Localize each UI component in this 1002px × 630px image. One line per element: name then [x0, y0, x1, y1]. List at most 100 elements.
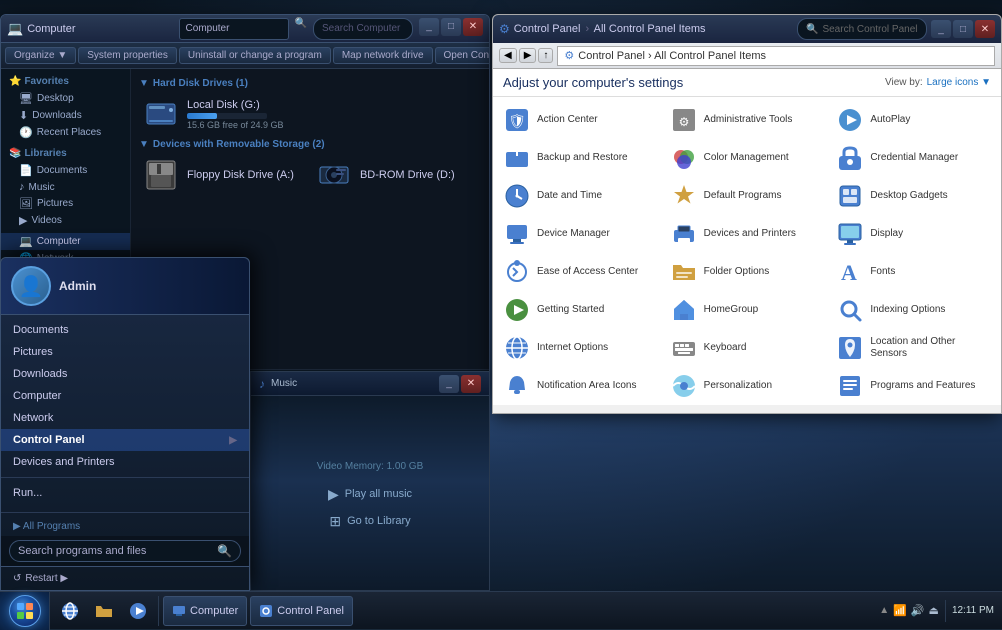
- taskbar-controlpanel-btn[interactable]: Control Panel: [250, 596, 353, 626]
- cp-display[interactable]: Display: [830, 215, 997, 253]
- downloads-icon: ⬇: [19, 109, 28, 122]
- backup-icon: [503, 144, 531, 172]
- cp-indexing[interactable]: Indexing Options: [830, 291, 997, 329]
- cp-autoplay[interactable]: AutoPlay: [830, 101, 997, 139]
- system-props-btn[interactable]: System properties: [78, 47, 177, 64]
- cp-admin-tools[interactable]: ⚙ Administrative Tools: [664, 101, 831, 139]
- cp-back-btn[interactable]: ◀: [499, 48, 517, 63]
- cp-minimize-btn[interactable]: _: [931, 20, 951, 38]
- play-all-btn[interactable]: ▶ Play all music: [328, 486, 412, 503]
- cp-up-btn[interactable]: ↑: [538, 48, 553, 63]
- tray-sound-icon[interactable]: 🔊: [911, 604, 925, 617]
- sm-pictures[interactable]: Pictures: [1, 341, 249, 363]
- media-minimize-btn[interactable]: _: [439, 375, 459, 393]
- taskbar-computer-btn[interactable]: Computer: [163, 596, 247, 626]
- nav-pictures[interactable]: 🖼 Pictures: [1, 195, 130, 212]
- computer-search-placeholder: Search Computer: [322, 23, 400, 34]
- cp-folder-options[interactable]: Folder Options: [664, 253, 831, 291]
- cp-credential-mgr[interactable]: Credential Manager: [830, 139, 997, 177]
- sm-downloads[interactable]: Downloads: [1, 363, 249, 385]
- cp-desktop-gadgets[interactable]: Desktop Gadgets: [830, 177, 997, 215]
- recent-icon: 🕐: [19, 126, 33, 139]
- cp-device-mgr[interactable]: Device Manager: [497, 215, 664, 253]
- computer-close-btn[interactable]: ✕: [463, 18, 483, 36]
- internet-options-icon: [503, 334, 531, 362]
- homegroup-icon: [670, 296, 698, 324]
- computer-minimize-btn[interactable]: _: [419, 18, 439, 36]
- computer-maximize-btn[interactable]: □: [441, 18, 461, 36]
- taskbar-computer-label: Computer: [190, 605, 238, 617]
- cp-close-btn[interactable]: ✕: [975, 20, 995, 38]
- computer-search-label: 🔍: [291, 18, 311, 40]
- sm-computer[interactable]: Computer: [1, 385, 249, 407]
- sm-restart-btn[interactable]: ↺ Restart ▶: [13, 573, 68, 584]
- nav-videos[interactable]: ▶ Videos: [1, 212, 130, 229]
- nav-computer[interactable]: 💻 Computer: [1, 233, 130, 250]
- sm-search-box[interactable]: Search programs and files 🔍: [9, 540, 241, 562]
- cp-internet-options[interactable]: Internet Options: [497, 329, 664, 367]
- taskbar-mediaplayer-icon[interactable]: [122, 596, 154, 626]
- cp-view-mode[interactable]: Large icons ▼: [927, 77, 991, 88]
- cp-programs-features[interactable]: Programs and Features: [830, 367, 997, 405]
- programs-features-label: Programs and Features: [870, 380, 975, 392]
- cp-getting-started[interactable]: Getting Started: [497, 291, 664, 329]
- cp-action-center[interactable]: 🛡 Action Center: [497, 101, 664, 139]
- sm-control-panel-label: Control Panel: [13, 434, 85, 446]
- sm-all-programs[interactable]: ▶ All Programs: [1, 517, 249, 536]
- computer-nav-icon: 💻: [19, 235, 33, 248]
- clock-time: 12:11 PM: [952, 604, 994, 617]
- tray-expand-btn[interactable]: ▲: [879, 605, 889, 616]
- cp-forward-btn[interactable]: ▶: [519, 48, 537, 63]
- cp-date-time[interactable]: Date and Time: [497, 177, 664, 215]
- sm-run[interactable]: Run...: [1, 482, 249, 504]
- sm-network[interactable]: Network: [1, 407, 249, 429]
- play-all-icon: ▶: [328, 486, 339, 503]
- taskbar-ie-icon[interactable]: [54, 596, 86, 626]
- cp-default-programs[interactable]: Default Programs: [664, 177, 831, 215]
- organize-btn[interactable]: Organize ▼: [5, 47, 76, 64]
- cp-address-bar[interactable]: ⚙ Control Panel › All Control Panel Item…: [557, 46, 995, 66]
- taskbar-cp-icon: [259, 604, 273, 618]
- open-cp-btn[interactable]: Open Control Panel: [435, 47, 490, 64]
- nav-music[interactable]: ♪ Music: [1, 179, 130, 195]
- floppy-drive-item[interactable]: Floppy Disk Drive (A:): [137, 153, 300, 197]
- cp-win-buttons: _ □ ✕: [931, 20, 995, 38]
- sm-divider: [1, 477, 249, 478]
- removable-label: Devices with Removable Storage (2): [153, 139, 325, 150]
- cp-homegroup[interactable]: HomeGroup: [664, 291, 831, 329]
- bdrom-icon: [316, 157, 352, 193]
- cp-fonts[interactable]: A Fonts: [830, 253, 997, 291]
- cp-location-sensors[interactable]: Location and Other Sensors: [830, 329, 997, 367]
- cp-backup-restore[interactable]: Backup and Restore: [497, 139, 664, 177]
- cp-personalization[interactable]: Personalization: [664, 367, 831, 405]
- map-drive-btn[interactable]: Map network drive: [333, 47, 433, 64]
- sm-devices-printers[interactable]: Devices and Printers: [1, 451, 249, 473]
- cp-keyboard[interactable]: Keyboard: [664, 329, 831, 367]
- bdrom-drive-item[interactable]: BD-ROM Drive (D:): [310, 153, 461, 197]
- hard-disk-section[interactable]: ▼ Hard Disk Drives (1): [137, 75, 483, 92]
- nav-documents[interactable]: 📄 Documents: [1, 162, 130, 179]
- cp-ease-access[interactable]: Ease of Access Center: [497, 253, 664, 291]
- start-button[interactable]: [0, 592, 50, 630]
- local-disk-item[interactable]: Local Disk (G:) 15.6 GB free of 24.9 GB: [137, 92, 483, 136]
- uninstall-btn[interactable]: Uninstall or change a program: [179, 47, 331, 64]
- sm-user-area: 👤 Admin: [11, 266, 239, 306]
- cp-color-mgmt[interactable]: Color Management: [664, 139, 831, 177]
- sm-control-panel[interactable]: Control Panel ▶: [1, 429, 249, 451]
- removable-section[interactable]: ▼ Devices with Removable Storage (2): [137, 136, 483, 153]
- taskbar-explorer-icon[interactable]: [88, 596, 120, 626]
- cp-devices-printers[interactable]: Devices and Printers: [664, 215, 831, 253]
- nav-desktop[interactable]: 🖥 Desktop: [1, 90, 130, 107]
- computer-search-box[interactable]: Search Computer: [313, 18, 413, 40]
- sm-documents[interactable]: Documents: [1, 319, 249, 341]
- cp-notif-area[interactable]: Notification Area Icons: [497, 367, 664, 405]
- nav-recent[interactable]: 🕐 Recent Places: [1, 124, 130, 141]
- go-to-library-btn[interactable]: ⊞ Go to Library: [329, 513, 410, 530]
- cp-maximize-btn[interactable]: □: [953, 20, 973, 38]
- media-close-btn[interactable]: ✕: [461, 375, 481, 393]
- cp-search-box[interactable]: 🔍 Search Control Panel: [797, 18, 927, 40]
- restart-icon: ↺: [13, 573, 21, 584]
- computer-address-bar[interactable]: Computer: [179, 18, 289, 40]
- indexing-icon: [836, 296, 864, 324]
- nav-downloads[interactable]: ⬇ Downloads: [1, 107, 130, 124]
